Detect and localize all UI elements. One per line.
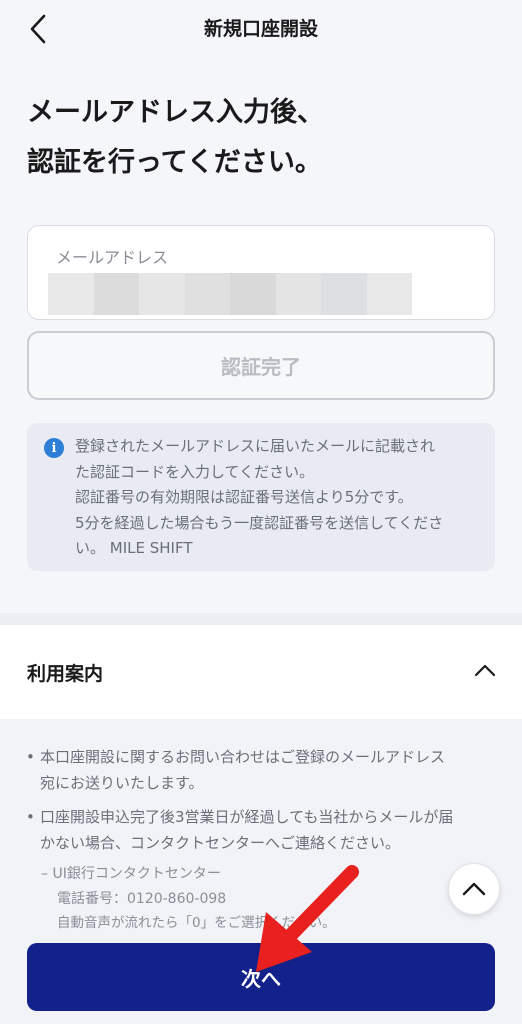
contact-center-label: UI銀行コンタクトセンター [52, 866, 221, 882]
chevron-up-icon [462, 882, 486, 896]
section-divider [0, 613, 522, 625]
guide-bullet-line: 口座開設申込完了後3営業日が経過しても当社からメールが届 [40, 808, 454, 826]
info-line: い。 MILE SHIFT [75, 539, 193, 557]
verify-complete-button[interactable]: 認証完了 [27, 331, 495, 400]
instruction-heading-line2: 認証を行ってください。 [27, 147, 322, 178]
guide-bullet: • 口座開設申込完了後3営業日が経過しても当社からメールが届 かない場合、コンタ… [26, 805, 496, 856]
instruction-heading: メールアドレス入力後、 認証を行ってください。 [27, 88, 497, 188]
contact-note: 自動音声が流れたら「0」をご選択ください。 [57, 915, 336, 931]
bullet-dot: • [26, 808, 35, 826]
guide-section-header[interactable]: 利用案内 [0, 625, 522, 719]
page-title: 新規口座開設 [203, 18, 318, 40]
guide-title: 利用案内 [27, 663, 104, 685]
top-bar: 新規口座開設 [0, 0, 522, 58]
contact-phone: 電話番号：0120-860-098 [57, 891, 227, 907]
guide-bullet-line: 本口座開設に関するお問い合わせはご登録のメールアドレス [40, 748, 446, 766]
info-icon: i [44, 438, 64, 458]
info-notice: i 登録されたメールアドレスに届いたメールに記載され た認証コードを入力してくだ… [27, 423, 495, 571]
contact-center-name: – UI銀行コンタクトセンター [41, 862, 221, 886]
instruction-heading-line1: メールアドレス入力後、 [27, 97, 324, 128]
email-field[interactable]: メールアドレス [27, 225, 495, 320]
next-button[interactable]: 次へ [27, 943, 495, 1011]
scroll-to-top-button[interactable] [448, 863, 500, 915]
dash-marker: – [41, 866, 53, 882]
info-line: た認証コードを入力してください。 [75, 462, 315, 481]
info-line: 5分を経過した場合もう一度認証番号を送信してくださ [75, 513, 444, 532]
guide-bullet: • 本口座開設に関するお問い合わせはご登録のメールアドレス 宛にお送りいたします… [26, 745, 496, 796]
guide-bullet-line: かない場合、コンタクトセンターへご連絡ください。 [40, 833, 401, 852]
email-field-label: メールアドレス [56, 248, 169, 267]
email-value-redacted [48, 273, 412, 315]
info-text: 登録されたメールアドレスに届いたメールに記載され た認証コードを入力してください… [75, 434, 485, 562]
guide-bullet-line: 宛にお送りいたします。 [40, 773, 204, 792]
chevron-up-icon [474, 664, 496, 677]
info-line: 登録されたメールアドレスに届いたメールに記載され [75, 437, 436, 455]
collapse-toggle[interactable] [472, 657, 498, 683]
bullet-dot: • [26, 748, 35, 766]
info-line: 認証番号の有効期限は認証番号送信より5分です。 [75, 488, 413, 506]
